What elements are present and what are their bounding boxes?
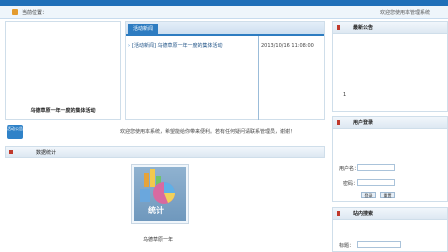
announcement-title: 最新公告 [353,25,374,31]
password-field[interactable] [357,179,395,186]
stats-card-image[interactable]: 统计 [134,167,186,221]
stats-card-label[interactable]: 乌德草原一年 [143,236,173,243]
login-title: 用户登录 [353,120,374,126]
search-label: 标题： [339,243,355,249]
stats-panel: 数据统计 统计 乌德草原一年 [5,146,325,250]
password-label: 密码： [343,181,359,187]
search-title: 站内搜索 [353,211,374,217]
featured-image-caption[interactable]: 乌德草原一年一度的集体活动 [6,107,120,114]
stats-card[interactable]: 统计 [131,164,189,224]
news-item-date: 2013/10/16 11:08:00 [261,43,314,49]
scroll-notice-text: 欢迎您使用本管理系统 [380,10,431,16]
notice-bar: 活动公告 欢迎您使用本系统，希望能给你带来便利。若有任何疑问请联系管理员，谢谢！ [5,124,325,140]
search-box: 站内搜索 标题： [332,207,448,252]
username-field[interactable] [357,164,395,171]
breadcrumb-label: 当前位置： [22,10,48,16]
announcement-count: 1 [343,92,347,98]
home-icon[interactable] [12,9,18,15]
right-sidebar: 最新公告 1 用户登录 用户名： 密码： 登录 重置 站内搜索 标题： [332,21,448,252]
news-panel: 活动新闻 › [活动新闻] 乌德草原一年一度的集体活动 2013/10/16 1… [125,21,325,120]
announcement-box: 最新公告 1 [332,21,448,112]
reset-button[interactable]: 重置 [380,192,395,198]
announcement-header: 最新公告 [333,22,447,34]
username-label: 用户名： [339,166,360,172]
login-header: 用户登录 [333,117,447,129]
news-tabbar: 活动新闻 [126,22,324,36]
breadcrumb: 当前位置： 欢迎您使用本管理系统 [0,6,448,19]
search-header: 站内搜索 [333,208,447,220]
login-box: 用户登录 用户名： 密码： 登录 重置 [332,116,448,202]
section-marker-icon [9,150,13,154]
section-marker-icon [337,211,340,216]
search-input[interactable] [357,241,401,248]
notice-text: 欢迎您使用本系统，希望能给你带来便利。若有任何疑问请联系管理员，谢谢！ [120,129,296,135]
featured-image-panel[interactable]: 乌德草原一年一度的集体活动 [5,21,121,120]
stats-header-label: 数据统计 [36,150,57,156]
section-marker-icon [337,120,340,125]
tab-activity-news[interactable]: 活动新闻 [128,24,158,34]
login-button[interactable]: 登录 [361,192,376,198]
section-marker-icon [337,25,340,30]
stats-header: 数据统计 [5,146,325,158]
bullet-icon: › [128,43,130,49]
news-item-title[interactable]: [活动新闻] 乌德草原一年一度的集体活动 [132,42,223,50]
notice-badge: 活动公告 [7,125,23,139]
stats-card-word: 统计 [148,206,164,215]
news-item[interactable]: › [活动新闻] 乌德草原一年一度的集体活动 2013/10/16 11:08:… [128,42,324,50]
